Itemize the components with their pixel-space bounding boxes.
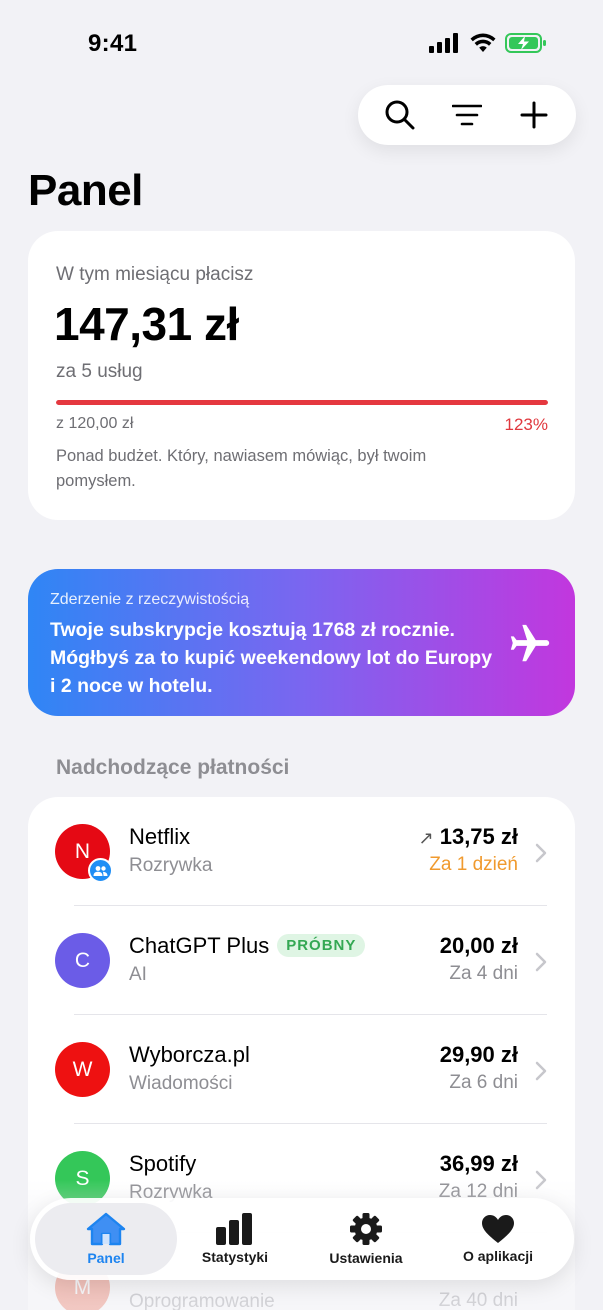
tab-label: Panel xyxy=(87,1250,125,1266)
budget-limit: z 120,00 zł xyxy=(56,415,134,432)
avatar: C xyxy=(55,933,110,988)
toolbar xyxy=(358,85,576,145)
item-name-wrap: ChatGPT Plus PRÓBNY xyxy=(129,933,366,959)
item-name: ChatGPT Plus xyxy=(129,933,270,958)
item-due: Za 6 dni xyxy=(449,1072,518,1093)
avatar: W xyxy=(55,1042,110,1097)
filter-button[interactable] xyxy=(442,90,492,140)
list-item-chatgpt[interactable]: C ChatGPT Plus PRÓBNY AI 20,00 zł Za 4 dn… xyxy=(28,906,575,1015)
upcoming-section-title: Nadchodzące płatności xyxy=(56,756,290,779)
wifi-icon xyxy=(470,33,496,52)
item-price: 29,90 zł xyxy=(439,1042,518,1067)
budget-percent: 123% xyxy=(504,415,548,434)
tab-label: Statystyki xyxy=(201,1249,269,1265)
search-button[interactable] xyxy=(375,90,425,140)
item-category: Oprogramowanie xyxy=(129,1291,275,1310)
reality-check-card[interactable]: Zderzenie z rzeczywistością Twoje subskr… xyxy=(28,569,575,716)
tab-label: Ustawienia xyxy=(329,1250,403,1266)
budget-amount: 147,31 zł xyxy=(54,298,239,350)
chevron-right-icon xyxy=(535,843,547,863)
page-title: Panel xyxy=(28,166,143,215)
budget-progress-track xyxy=(56,400,548,405)
item-name: Wyborcza.pl xyxy=(129,1042,250,1067)
tab-panel[interactable]: Panel xyxy=(35,1203,177,1275)
reality-check-text: Twoje subskrypcje kosztują 1768 zł roczn… xyxy=(50,619,493,697)
chevron-right-icon xyxy=(535,1061,547,1081)
tab-statystyki[interactable]: Statystyki xyxy=(167,1198,303,1280)
reality-check-label: Zderzenie z rzeczywistością xyxy=(50,591,250,608)
tab-label: O aplikacji xyxy=(462,1248,534,1264)
item-price: ↗ 13,75 zł xyxy=(419,824,518,850)
chevron-right-icon xyxy=(535,1170,547,1190)
budget-note: Ponad budżet. Który, nawiasem mówiąc, by… xyxy=(56,447,427,490)
list-item-wyborcza[interactable]: W Wyborcza.pl Wiadomości 29,90 zł Za 6 d… xyxy=(28,1015,575,1124)
tab-ustawienia[interactable]: Ustawienia xyxy=(298,1198,434,1280)
status-time: 9:41 xyxy=(88,30,138,57)
services-count: za 5 usług xyxy=(56,361,143,382)
chevron-right-icon xyxy=(535,952,547,972)
item-category: Rozrywka xyxy=(129,855,213,876)
list-item-netflix[interactable]: N Netflix Rozrywka ↗ 13,75 zł Za 1 dzień xyxy=(28,797,575,906)
airplane-icon xyxy=(510,624,550,662)
people-icon xyxy=(93,865,108,876)
tab-bar: Panel Statystyki Ustawienia O aplikacji xyxy=(30,1198,574,1280)
item-due: Za 40 dni xyxy=(438,1290,518,1310)
status-bar: 9:41 xyxy=(0,0,603,90)
add-subscription-button[interactable] xyxy=(509,90,559,140)
gear-icon xyxy=(350,1213,382,1245)
bar-chart-icon xyxy=(216,1213,252,1245)
cellular-signal-icon xyxy=(429,33,458,53)
item-category: AI xyxy=(129,964,147,985)
budget-label: W tym miesiącu płacisz xyxy=(56,264,254,285)
trial-badge: PRÓBNY xyxy=(277,934,366,957)
item-due: Za 1 dzień xyxy=(429,854,518,875)
trend-up-icon: ↗ xyxy=(418,828,434,848)
shared-badge xyxy=(88,858,113,883)
budget-card: W tym miesiącu płacisz 147,31 zł za 5 us… xyxy=(28,231,575,520)
item-price-value: 13,75 zł xyxy=(439,824,518,849)
house-icon xyxy=(86,1212,126,1246)
heart-icon xyxy=(482,1215,514,1243)
item-name: Spotify xyxy=(129,1151,197,1176)
item-due: Za 4 dni xyxy=(449,963,518,984)
budget-progress-fill xyxy=(56,400,548,405)
item-category: Wiadomości xyxy=(129,1073,233,1094)
status-icons xyxy=(429,33,547,53)
item-price: 20,00 zł xyxy=(439,933,518,958)
search-icon xyxy=(385,100,415,130)
tab-o-aplikacji[interactable]: O aplikacji xyxy=(430,1198,566,1280)
filter-icon xyxy=(451,104,482,126)
item-price: 36,99 zł xyxy=(439,1151,518,1176)
battery-charging-icon xyxy=(505,33,546,53)
item-name: Netflix xyxy=(129,824,191,849)
plus-icon xyxy=(520,101,548,129)
